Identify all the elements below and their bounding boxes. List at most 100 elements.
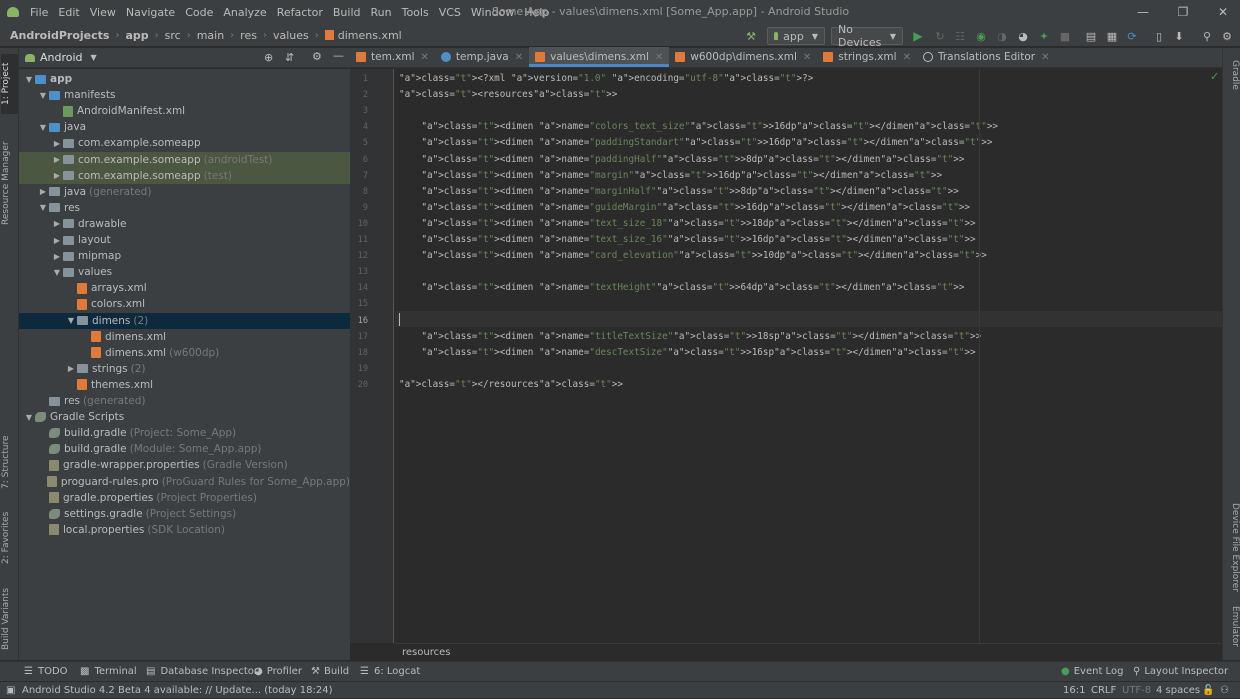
tool-profiler[interactable]: ◕ Profiler — [254, 662, 302, 682]
menu-tools[interactable]: Tools — [397, 6, 434, 19]
editor-tab[interactable]: temp.java ✕ — [435, 47, 529, 67]
gear-icon[interactable]: ⚙ — [312, 50, 322, 63]
tool-tab-gradle[interactable]: Gradle — [1224, 52, 1240, 98]
run-config-select[interactable]: app ▼ — [767, 27, 825, 45]
crumb-src[interactable]: src — [165, 29, 181, 42]
expanded-arrow-icon[interactable]: ▼ — [37, 123, 49, 132]
tool-database-inspector[interactable]: ▤ Database Inspector — [146, 662, 258, 682]
close-tab-icon[interactable]: ✕ — [903, 52, 911, 63]
editor-breadcrumb[interactable]: resources — [395, 643, 1222, 661]
tree-item[interactable]: ▼ dimens (2) — [19, 312, 350, 329]
indent-setting[interactable]: 4 spaces — [1156, 682, 1200, 699]
tree-item[interactable]: settings.gradle (Project Settings) — [19, 506, 350, 522]
collapsed-arrow-icon[interactable]: ▶ — [51, 236, 63, 245]
collapsed-arrow-icon[interactable]: ▶ — [65, 364, 77, 373]
expanded-arrow-icon[interactable]: ▼ — [37, 91, 49, 100]
expanded-arrow-icon[interactable]: ▼ — [23, 75, 35, 84]
menu-run[interactable]: Run — [366, 6, 397, 19]
collapsed-arrow-icon[interactable]: ▶ — [51, 219, 63, 228]
sync-gradle-icon[interactable]: ⟳ — [1124, 27, 1140, 45]
file-encoding[interactable]: UTF-8 — [1122, 682, 1151, 699]
tree-item[interactable]: colors.xml — [19, 296, 350, 312]
tree-item[interactable]: ▼ java — [19, 119, 350, 135]
collapsed-arrow-icon[interactable]: ▶ — [51, 155, 63, 164]
tool-tab-emulator[interactable]: Emulator — [1224, 600, 1240, 652]
tool-build[interactable]: ⚒ Build — [311, 662, 349, 682]
tree-item[interactable]: themes.xml — [19, 377, 350, 393]
project-view-mode[interactable]: Android — [40, 51, 83, 64]
crumb-res[interactable]: res — [240, 29, 257, 42]
close-tab-icon[interactable]: ✕ — [1041, 52, 1049, 63]
editor-tab[interactable]: Translations Editor ✕ — [917, 47, 1056, 67]
layout-editor-icon[interactable]: ▦ — [1104, 27, 1120, 45]
tool-todo[interactable]: ☰ TODO — [24, 662, 68, 682]
tool-event-log[interactable]: ● Event Log — [1061, 662, 1123, 682]
tree-item[interactable]: ▼ manifests — [19, 87, 350, 103]
tool-tab-device-file-explorer[interactable]: Device File Explorer — [1224, 492, 1240, 604]
tool-logcat[interactable]: ☰ 6: Logcat — [360, 662, 420, 682]
collapse-all-icon[interactable]: ⇵ — [285, 51, 294, 64]
close-tab-icon[interactable]: ✕ — [803, 52, 811, 63]
tree-item[interactable]: ▶ mipmap — [19, 248, 350, 264]
run-icon[interactable]: ▶ — [910, 27, 926, 45]
search-icon[interactable]: ⚲ — [1199, 27, 1215, 45]
lock-icon[interactable]: 🔓 — [1202, 682, 1214, 699]
menu-analyze[interactable]: Analyze — [218, 6, 271, 19]
close-tab-icon[interactable]: ✕ — [421, 52, 429, 63]
tool-tab-resource-manager[interactable]: Resource Manager — [1, 128, 18, 238]
editor-tab[interactable]: w600dp\dimens.xml ✕ — [669, 47, 817, 67]
avd-manager-icon[interactable]: ▯ — [1151, 27, 1167, 45]
hammer-icon[interactable]: ⚒ — [742, 27, 760, 45]
crumb-main[interactable]: main — [197, 29, 224, 42]
tree-item[interactable]: ▶ drawable — [19, 216, 350, 232]
tree-item[interactable]: build.gradle (Module: Some_App.app) — [19, 441, 350, 457]
notifications-icon[interactable]: ⚇ — [1220, 682, 1229, 699]
menu-refactor[interactable]: Refactor — [272, 6, 328, 19]
tree-item[interactable]: ▶ strings (2) — [19, 361, 350, 377]
tree-item[interactable]: local.properties (SDK Location) — [19, 522, 350, 538]
tree-item[interactable]: proguard-rules.pro (ProGuard Rules for So… — [19, 474, 350, 490]
expanded-arrow-icon[interactable]: ▼ — [37, 203, 49, 212]
tool-tab-structure[interactable]: 7: Structure — [1, 430, 18, 494]
tree-item[interactable]: dimens.xml (w600dp) — [19, 345, 350, 361]
tree-item[interactable]: build.gradle (Project: Some_App) — [19, 425, 350, 441]
collapsed-arrow-icon[interactable]: ▶ — [51, 252, 63, 261]
tree-item[interactable]: ▼ res — [19, 200, 350, 216]
coverage-icon[interactable]: ✦ — [1036, 27, 1052, 45]
close-tab-icon[interactable]: ✕ — [655, 52, 663, 63]
tool-tab-build-variants[interactable]: Build Variants — [1, 584, 18, 654]
rerun-icon[interactable]: ↻ — [932, 27, 948, 45]
device-select[interactable]: No Devices ▼ — [831, 23, 903, 49]
expanded-arrow-icon[interactable]: ▼ — [23, 413, 35, 422]
menu-code[interactable]: Code — [180, 6, 218, 19]
tree-item[interactable]: res (generated) — [19, 393, 350, 409]
stop-icon[interactable]: ■ — [1057, 27, 1073, 45]
chevron-down-icon[interactable]: ▼ — [91, 53, 97, 62]
line-separator[interactable]: CRLF — [1091, 682, 1116, 699]
collapsed-arrow-icon[interactable]: ▶ — [51, 139, 63, 148]
menu-build[interactable]: Build — [328, 6, 366, 19]
tree-item[interactable]: ▶ com.example.someapp — [19, 135, 350, 151]
editor-tab[interactable]: tem.xml ✕ — [350, 47, 435, 67]
sdk-manager-icon[interactable]: ⬇ — [1171, 27, 1187, 45]
tree-item[interactable]: ▶ layout — [19, 232, 350, 248]
menu-edit[interactable]: Edit — [53, 6, 84, 19]
tool-tab-project[interactable]: 1: Project — [1, 54, 18, 114]
hide-panel-icon[interactable]: — — [333, 49, 344, 62]
tree-item[interactable]: gradle-wrapper.properties (Gradle Version… — [19, 457, 350, 473]
tree-item[interactable]: arrays.xml — [19, 280, 350, 296]
close-window-button[interactable]: ✕ — [1206, 0, 1240, 24]
status-message[interactable]: Android Studio 4.2 Beta 4 available: // … — [22, 682, 333, 699]
tree-item[interactable]: dimens.xml — [19, 329, 350, 345]
settings-icon[interactable]: ⚙ — [1219, 27, 1235, 45]
editor-tab[interactable]: strings.xml ✕ — [817, 47, 917, 67]
tool-tab-favorites[interactable]: 2: Favorites — [1, 506, 18, 570]
close-tab-icon[interactable]: ✕ — [515, 52, 523, 63]
tool-layout-inspector[interactable]: ⚲ Layout Inspector — [1133, 662, 1228, 682]
caret-position[interactable]: 16:1 — [1063, 682, 1085, 699]
expanded-arrow-icon[interactable]: ▼ — [65, 316, 77, 325]
tree-item[interactable]: AndroidManifest.xml — [19, 103, 350, 119]
menu-view[interactable]: View — [85, 6, 121, 19]
crumb-project[interactable]: AndroidProjects — [10, 29, 109, 42]
collapsed-arrow-icon[interactable]: ▶ — [51, 171, 63, 180]
